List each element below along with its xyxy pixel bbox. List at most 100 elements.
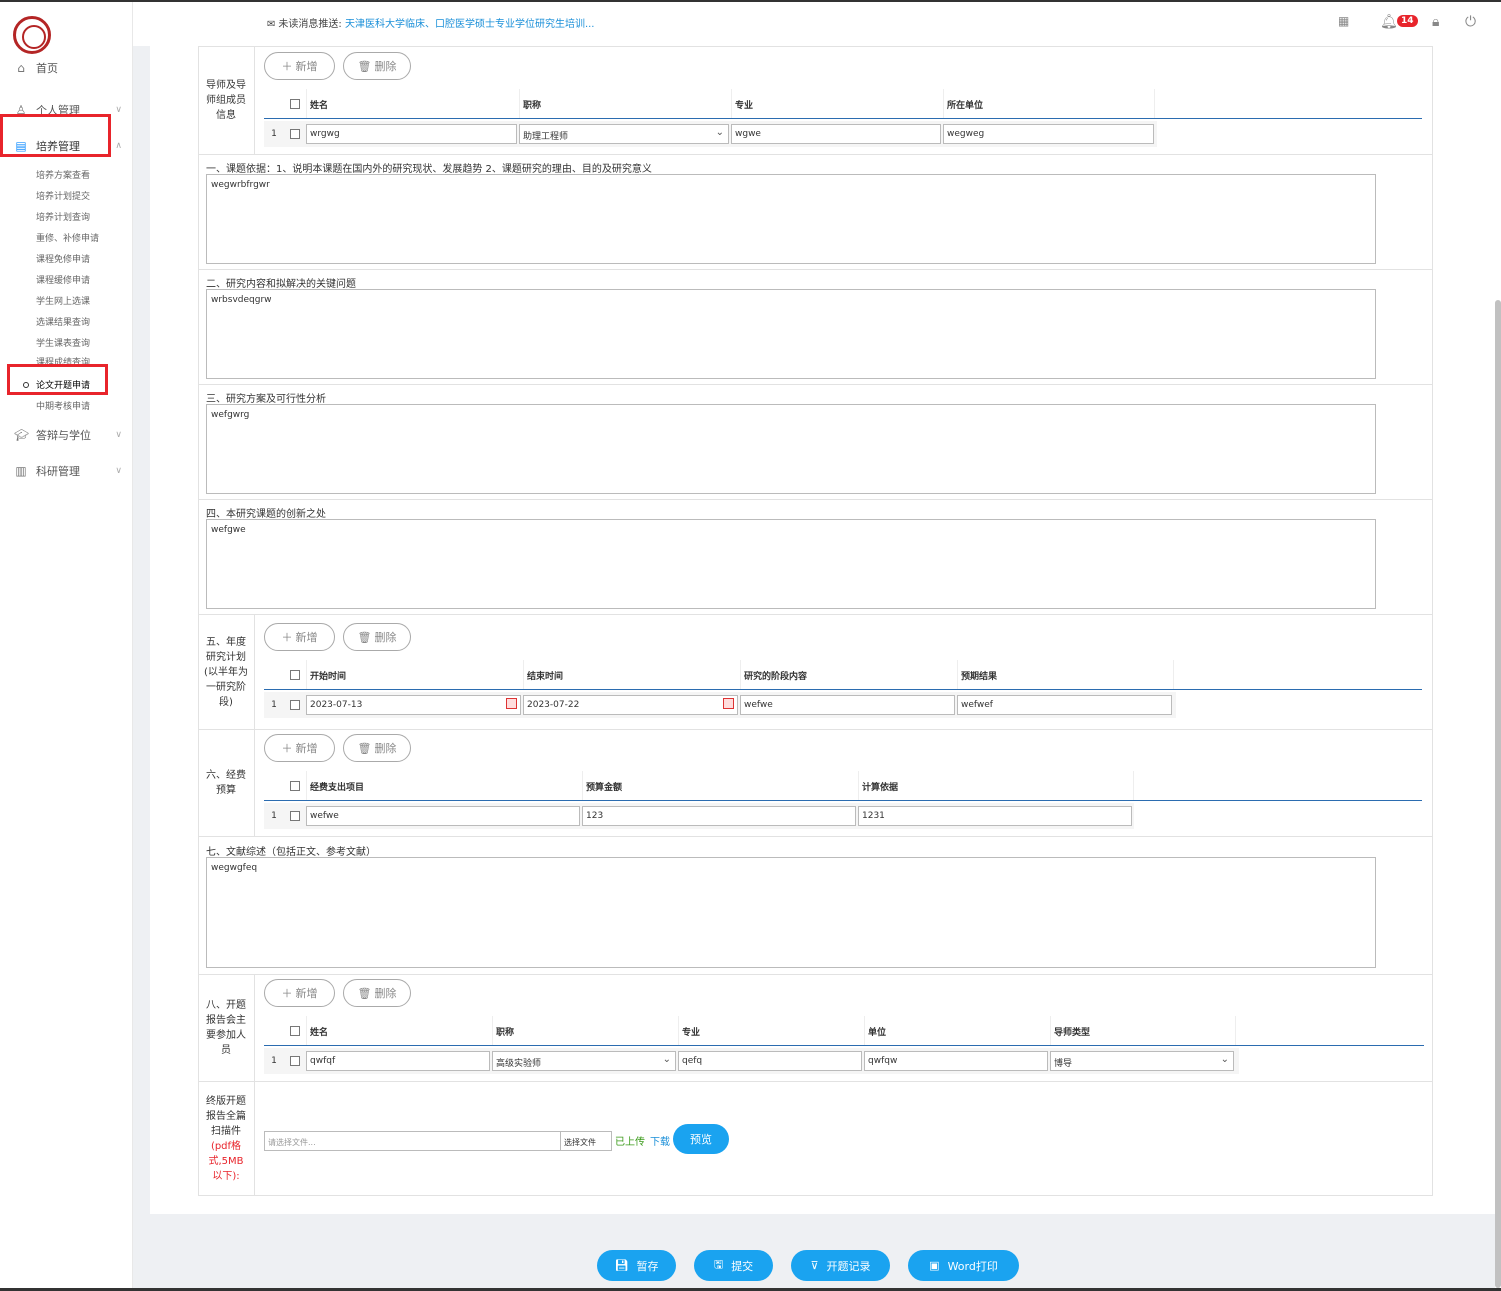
add-button[interactable]: ＋新增 [264, 979, 335, 1007]
sub-item[interactable]: 选课结果查询 [36, 315, 90, 328]
section1-textarea[interactable]: wegwrbfrgwr [206, 174, 1376, 264]
section3-textarea[interactable]: wefgwrg [206, 404, 1376, 494]
basis-input[interactable]: 1231 [858, 806, 1132, 826]
upload-label: 终版开题报告全篇扫描件 (pdf格式,5MB以下): [198, 1082, 255, 1195]
choose-file-button[interactable]: 选择文件 [560, 1131, 612, 1151]
th: 姓名 [306, 1016, 492, 1045]
message-link[interactable]: 天津医科大学临床、口腔医学硕士专业学位研究生培训... [345, 19, 595, 30]
title-select[interactable]: 助理工程师 ⌄ [519, 124, 729, 144]
section2-title: 二、研究内容和拟解决的关键问题 [206, 279, 356, 290]
delete-label: 删除 [374, 742, 397, 755]
advisor-type-select[interactable]: 博导 ⌄ [1050, 1051, 1234, 1071]
nav-research-label: 科研管理 [36, 465, 80, 478]
lock-icon[interactable]: 🔒︎ [1432, 14, 1439, 30]
unit-input[interactable]: qwfqw [864, 1051, 1048, 1071]
sub-item[interactable]: 学生网上选课 [36, 294, 90, 307]
records-label: 开题记录 [826, 1259, 871, 1273]
power-icon[interactable]: ⏻ [1465, 14, 1476, 30]
end-date-input[interactable]: 2023-07-22 [523, 695, 738, 715]
scrollbar[interactable] [1495, 300, 1501, 1288]
section2-textarea[interactable]: wrbsvdeqgrw [206, 289, 1376, 379]
delete-button[interactable]: 🗑︎ 删除 [343, 623, 411, 651]
delete-button[interactable]: 🗑︎ 删除 [343, 734, 411, 762]
row-divider [198, 974, 1433, 975]
nav-defense[interactable]: 🎓︎ 答辩与学位 ∨ [14, 427, 122, 443]
select-all-checkbox[interactable] [290, 99, 300, 109]
plan-table-header: 开始时间 结束时间 研究的阶段内容 预期结果 [264, 660, 1422, 690]
nav-home[interactable]: ⌂ 首页 [14, 60, 122, 76]
records-button[interactable]: ⊽ 开题记录 [791, 1250, 890, 1281]
major-input[interactable]: qefq [678, 1051, 862, 1071]
word-print-button[interactable]: ▣ Word打印 [908, 1250, 1019, 1281]
calendar-icon[interactable]: ▦ [1338, 14, 1349, 28]
name-input[interactable]: qwfqf [306, 1051, 490, 1071]
calendar-icon[interactable] [723, 698, 734, 709]
sub-item[interactable]: 课程缓修申请 [36, 273, 90, 286]
start-date-value: 2023-07-13 [310, 700, 363, 710]
preview-button[interactable]: 预览 [673, 1124, 729, 1154]
select-all-checkbox[interactable] [290, 670, 300, 680]
home-icon: ⌂ [17, 61, 25, 75]
add-button[interactable]: ＋新增 [264, 52, 335, 80]
submit-button[interactable]: 🖫 提交 [694, 1250, 773, 1281]
save-draft-button[interactable]: 💾︎ 暂存 [597, 1250, 676, 1281]
end-date-value: 2023-07-22 [527, 700, 580, 710]
row-checkbox[interactable] [290, 1056, 300, 1066]
row-checkbox[interactable] [290, 700, 300, 710]
sub-item[interactable]: 中期考核申请 [36, 399, 90, 412]
section1-title: 一、课题依据：1、说明本课题在国内外的研究现状、发展趋势 2、课题研究的理由、目… [206, 164, 652, 175]
sub-item[interactable]: 课程免修申请 [36, 252, 90, 265]
row-checkbox[interactable] [290, 129, 300, 139]
delete-button[interactable]: 🗑︎ 删除 [343, 52, 411, 80]
sub-item[interactable]: 培养方案查看 [36, 168, 90, 181]
title-select[interactable]: 高级实验师 ⌄ [492, 1051, 676, 1071]
th: 研究的阶段内容 [740, 660, 957, 689]
header-spacer [264, 771, 284, 800]
bell-icon[interactable]: 🔔︎ [1380, 14, 1398, 30]
sub-item[interactable]: 重修、补修申请 [36, 231, 99, 244]
table-row: 1 wefwe 123 1231 [264, 803, 1134, 829]
select-all-checkbox[interactable] [290, 781, 300, 791]
row-divider [198, 384, 1433, 385]
delete-label: 删除 [374, 631, 397, 644]
major-input[interactable]: wgwe [731, 124, 941, 144]
expected-result-input[interactable]: wefwef [957, 695, 1172, 715]
nav-research[interactable]: ▥ 科研管理 ∨ [14, 463, 122, 479]
sub-item[interactable]: 课程成绩查询 [36, 355, 90, 364]
add-button[interactable]: ＋新增 [264, 623, 335, 651]
section4-textarea[interactable]: wefgwe [206, 519, 1376, 609]
section7-textarea[interactable]: wegwgfeq [206, 857, 1376, 968]
sub-item[interactable]: 学生课表查询 [36, 336, 90, 349]
advisors-table-header: 姓名 职称 专业 所在单位 [264, 89, 1422, 119]
download-link[interactable]: 下载 [650, 1133, 670, 1148]
th: 所在单位 [943, 89, 1155, 118]
sub-item[interactable]: 培养计划查询 [36, 210, 90, 223]
th: 专业 [731, 89, 943, 118]
stage-content-input[interactable]: wefwe [740, 695, 955, 715]
header-spacer [264, 89, 284, 118]
select-all-checkbox[interactable] [290, 1026, 300, 1036]
unit-input[interactable]: wegweg [943, 124, 1154, 144]
name-input[interactable]: wrgwg [306, 124, 517, 144]
highlight-box-training [0, 114, 111, 157]
file-path-input[interactable]: 请选择文件... [264, 1131, 561, 1151]
add-button[interactable]: ＋新增 [264, 734, 335, 762]
expense-item-input[interactable]: wefwe [306, 806, 580, 826]
document-icon: ▣ [929, 1259, 940, 1272]
calendar-icon[interactable] [506, 698, 517, 709]
row-checkbox[interactable] [290, 811, 300, 821]
trash-icon: 🗑︎ [357, 986, 372, 1000]
start-date-input[interactable]: 2023-07-13 [306, 695, 521, 715]
th: 计算依据 [858, 771, 1134, 800]
advisors-label: 导师及导师组成员信息 [198, 47, 255, 154]
add-label: 新增 [295, 742, 318, 755]
delete-button[interactable]: 🗑︎ 删除 [343, 979, 411, 1007]
row-divider [198, 1081, 1433, 1082]
row-divider [198, 269, 1433, 270]
th: 开始时间 [306, 660, 523, 689]
chevron-down-icon: ∨ [115, 105, 122, 115]
sub-item[interactable]: 培养计划提交 [36, 189, 90, 202]
upload-label-text: 终版开题报告全篇扫描件 [206, 1095, 246, 1137]
trash-icon: 🗑︎ [357, 630, 372, 644]
amount-input[interactable]: 123 [582, 806, 856, 826]
